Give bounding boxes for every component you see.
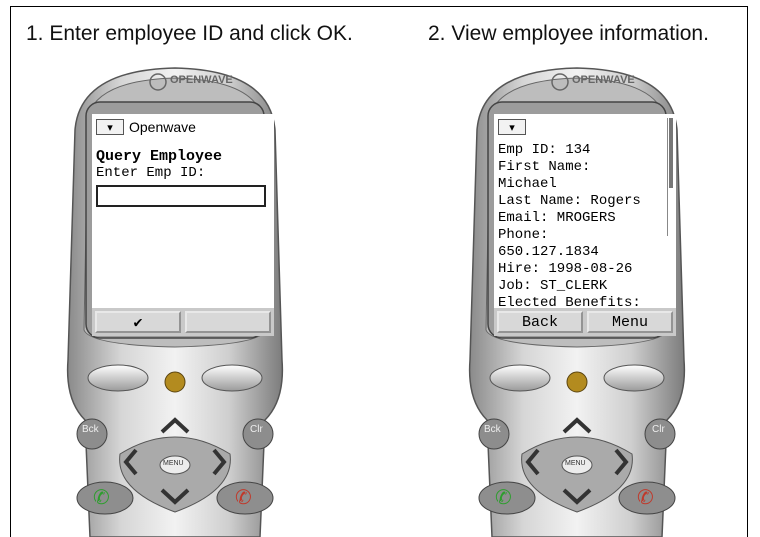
scrollbar[interactable] — [667, 118, 674, 236]
emp-id-input[interactable] — [96, 185, 266, 207]
empty-softkey[interactable] — [185, 311, 271, 333]
detail-line: Phone: — [498, 227, 549, 243]
chevron-down-icon: ▾ — [107, 120, 113, 134]
end-call-key-icon[interactable]: ✆ — [235, 485, 252, 510]
detail-line: Job: ST_CLERK — [498, 278, 608, 294]
detail-line: Elected Benefits: — [498, 295, 641, 308]
menu-key[interactable]: MENU — [163, 460, 184, 467]
status-bar: ▾ Openwave — [96, 117, 270, 137]
softkey-bar: Back Menu — [494, 308, 676, 336]
app-title: Openwave — [129, 119, 196, 135]
back-key[interactable]: Bck — [484, 424, 501, 435]
softkey-bar: ✔ — [92, 308, 274, 336]
screen-heading: Query Employee — [96, 148, 223, 165]
phone-2: OPENWAVE Bck Clr MENU ✆ ✆ ▾ Emp ID: 134 … — [462, 60, 692, 537]
clear-key[interactable]: Clr — [250, 424, 263, 435]
brand-logo: OPENWAVE — [170, 74, 233, 86]
menu-softkey[interactable]: Menu — [587, 311, 673, 333]
brand-logo: OPENWAVE — [572, 74, 635, 86]
call-key-icon[interactable]: ✆ — [93, 485, 110, 510]
phone-screen: ▾ Emp ID: 134 First Name: Michael Last N… — [494, 114, 676, 336]
menu-key[interactable]: MENU — [565, 460, 586, 467]
back-softkey[interactable]: Back — [497, 311, 583, 333]
detail-line: Michael — [498, 176, 557, 192]
detail-line: 650.127.1834 — [498, 244, 599, 260]
ok-softkey[interactable]: ✔ — [95, 311, 181, 333]
detail-line: First Name: — [498, 159, 591, 175]
call-key-icon[interactable]: ✆ — [495, 485, 512, 510]
step-1-title: 1. Enter employee ID and click OK. — [26, 22, 353, 45]
detail-line: Hire: 1998-08-26 — [498, 261, 633, 277]
end-call-key-icon[interactable]: ✆ — [637, 485, 654, 510]
employee-details: Emp ID: 134 First Name: Michael Last Nam… — [498, 142, 666, 308]
step-2-title: 2. View employee information. — [428, 22, 709, 45]
chevron-down-icon: ▾ — [509, 120, 515, 134]
detail-line: Emp ID: 134 — [498, 142, 591, 158]
status-bar: ▾ — [498, 117, 672, 137]
scroll-thumb[interactable] — [669, 118, 673, 188]
phone-screen: ▾ Openwave Query Employee Enter Emp ID: … — [92, 114, 274, 336]
detail-line: Last Name: Rogers — [498, 193, 641, 209]
emp-id-label: Enter Emp ID: — [96, 165, 206, 181]
phone-1: OPENWAVE Bck Clr MENU ✆ ✆ ▾ Openwave Que… — [60, 60, 290, 537]
menu-dropdown-button[interactable]: ▾ — [96, 119, 124, 135]
detail-line: Email: MROGERS — [498, 210, 616, 226]
back-key[interactable]: Bck — [82, 424, 99, 435]
clear-key[interactable]: Clr — [652, 424, 665, 435]
menu-dropdown-button[interactable]: ▾ — [498, 119, 526, 135]
